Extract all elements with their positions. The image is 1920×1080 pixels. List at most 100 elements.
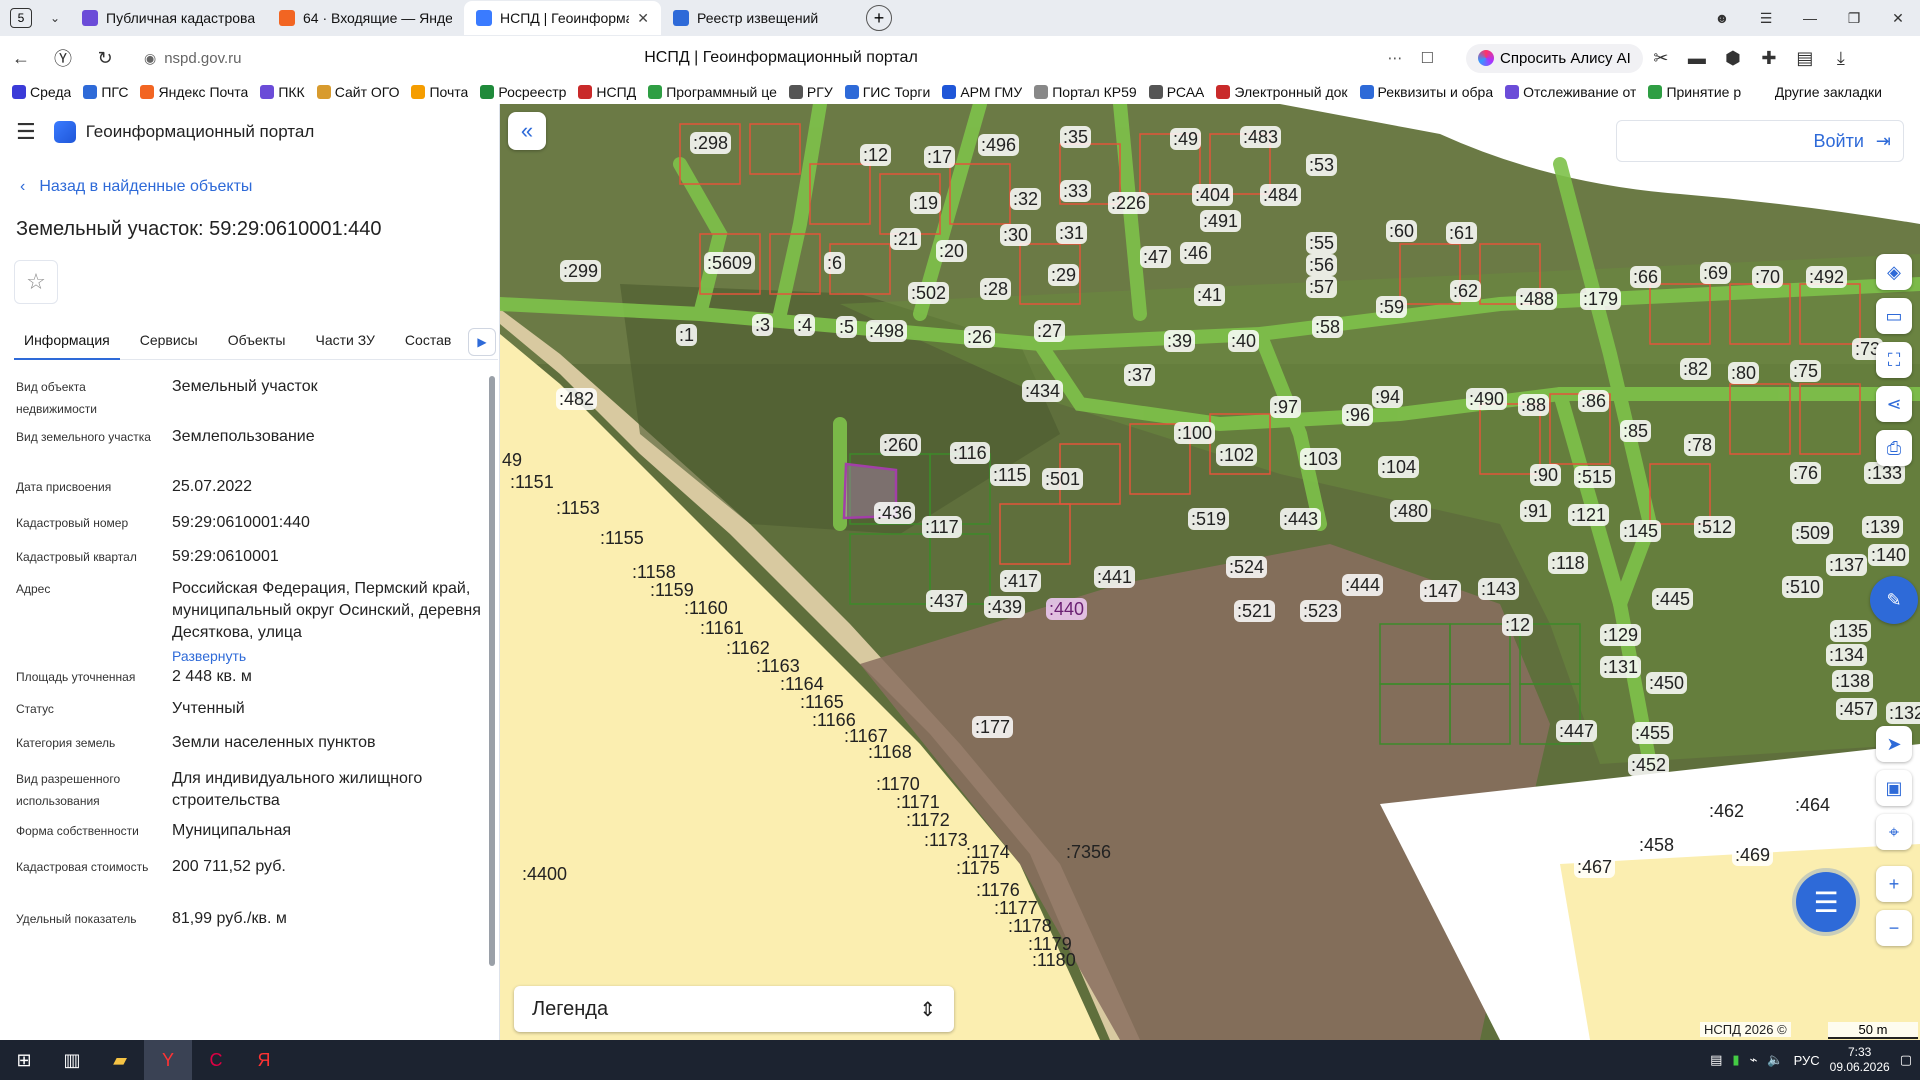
parcel-label[interactable]: :19 (910, 192, 942, 214)
parcel-label[interactable]: :32 (1010, 188, 1042, 210)
boundary-label[interactable]: 49 (502, 450, 522, 471)
parcel-label[interactable]: :496 (978, 134, 1020, 156)
other-bookmarks[interactable]: Другие закладки (1775, 84, 1882, 100)
tray-icon[interactable]: ⌁ (1750, 1052, 1758, 1068)
parcel-label[interactable]: :6 (824, 252, 846, 274)
parcel-label[interactable]: :121 (1568, 504, 1610, 526)
parcel-label[interactable]: :440 (1046, 598, 1088, 620)
parcel-label[interactable]: :31 (1056, 222, 1088, 244)
zoom-in-button[interactable]: + (1876, 866, 1912, 902)
tray-icon[interactable]: ▮ (1732, 1052, 1739, 1068)
parcel-label[interactable]: :444 (1342, 574, 1384, 596)
alice-button[interactable]: Спросить Алису AI (1466, 43, 1643, 73)
parcel-label[interactable]: :86 (1578, 390, 1610, 412)
login-button[interactable]: Войти ⇥ (1616, 120, 1904, 162)
close-window-icon[interactable]: ✕ (1876, 10, 1920, 27)
boundary-label[interactable]: :1160 (684, 598, 728, 619)
bookmark-item[interactable]: ПКК (260, 84, 305, 100)
parcel-label[interactable]: :436 (874, 502, 916, 524)
parcel-label[interactable]: :512 (1694, 516, 1736, 538)
parcel-label[interactable]: :137 (1826, 554, 1868, 576)
parcel-label[interactable]: :492 (1806, 266, 1848, 288)
parcel-label[interactable]: :4 (794, 314, 816, 336)
boundary-label[interactable]: :1151 (510, 472, 554, 493)
browser-tab-active[interactable]: НСПД | Геоинформаци ✕ (464, 1, 661, 35)
parcel-label[interactable]: :464 (1792, 794, 1834, 816)
parcel-label[interactable]: :140 (1868, 544, 1910, 566)
collections-icon[interactable]: ▤ (1787, 48, 1823, 69)
bookmark-item[interactable]: Сайт ОГО (316, 84, 399, 100)
parcel-label[interactable]: :91 (1520, 500, 1552, 522)
parcel-label[interactable]: :118 (1548, 552, 1588, 574)
parcel-label[interactable]: :129 (1600, 624, 1642, 646)
ruler-icon[interactable]: ▭ (1876, 298, 1912, 334)
bookmark-item[interactable]: Реквизиты и обра (1359, 84, 1493, 100)
parcel-label[interactable]: :61 (1446, 222, 1478, 244)
parcel-label[interactable]: :90 (1530, 464, 1562, 486)
parcel-label[interactable]: :100 (1174, 422, 1216, 444)
boundary-label[interactable]: :1155 (600, 528, 644, 549)
parcel-label[interactable]: :85 (1620, 420, 1652, 442)
parcel-label[interactable]: :117 (922, 516, 962, 538)
maximize-icon[interactable]: ❐ (1832, 10, 1876, 27)
parcel-label[interactable]: :103 (1300, 448, 1342, 470)
parcel-label[interactable]: :443 (1280, 508, 1322, 530)
browser-tab[interactable]: 64 · Входящие — Яндекс П (267, 1, 464, 35)
avatar-icon[interactable]: ☻ (1700, 10, 1744, 26)
parcel-label[interactable]: :57 (1306, 276, 1338, 298)
parcel-label[interactable]: :462 (1706, 800, 1748, 822)
service-badge-icon[interactable]: ✎ (1870, 576, 1918, 624)
boundary-label[interactable]: :1173 (924, 830, 968, 851)
parcel-label[interactable]: :298 (690, 132, 732, 154)
parcel-label[interactable]: :12 (1502, 614, 1534, 636)
share-icon[interactable]: ⋖ (1876, 386, 1912, 422)
parcel-label[interactable]: :60 (1386, 220, 1418, 242)
parcel-label[interactable]: :480 (1390, 500, 1432, 522)
parcel-label[interactable]: :501 (1042, 468, 1084, 490)
hamburger-menu-icon[interactable]: ☰ (16, 119, 36, 145)
parcel-label[interactable]: :62 (1450, 280, 1482, 302)
bookmark-item[interactable]: ГИС Торги (844, 84, 930, 100)
parcel-label[interactable]: :88 (1518, 394, 1550, 416)
parcel-label[interactable]: :30 (1000, 224, 1032, 246)
zoom-out-button[interactable]: − (1876, 910, 1912, 946)
tab-objects[interactable]: Объекты (218, 320, 296, 360)
parcel-label[interactable]: :39 (1164, 330, 1196, 352)
parcel-label[interactable]: :447 (1556, 720, 1598, 742)
boundary-label[interactable]: :4400 (522, 864, 567, 885)
parcel-label[interactable]: :260 (880, 434, 922, 456)
parcel-label[interactable]: :49 (1170, 128, 1202, 150)
parcel-label[interactable]: :5 (836, 316, 858, 338)
parcel-label[interactable]: :41 (1194, 284, 1226, 306)
parcel-label[interactable]: :483 (1240, 126, 1282, 148)
boundary-label[interactable]: :1161 (700, 618, 744, 639)
parcel-label[interactable]: :80 (1728, 362, 1760, 384)
parcel-label[interactable]: :147 (1420, 580, 1462, 602)
bookmark-item[interactable]: Росреестр (480, 84, 566, 100)
tab-services[interactable]: Сервисы (130, 320, 208, 360)
parcel-label[interactable]: :226 (1108, 192, 1150, 214)
minimize-icon[interactable]: — (1788, 10, 1832, 26)
parcel-label[interactable]: :58 (1312, 316, 1344, 338)
parcel-label[interactable]: :33 (1060, 180, 1092, 202)
parcel-label[interactable]: :59 (1376, 296, 1408, 318)
more-icon[interactable]: ⋯ (1388, 49, 1403, 67)
parcel-label[interactable]: :491 (1200, 210, 1242, 232)
boundary-label[interactable]: :1168 (868, 742, 912, 763)
tabs-next-arrow-icon[interactable]: ▶ (468, 328, 496, 356)
parcel-label[interactable]: :515 (1574, 466, 1616, 488)
parcel-label[interactable]: :47 (1140, 246, 1172, 268)
parcel-label[interactable]: :437 (926, 590, 968, 612)
chevron-down-icon[interactable]: ⌄ (50, 11, 70, 25)
menu-icon[interactable]: ☰ (1744, 10, 1788, 27)
boundary-label[interactable]: :1180 (1032, 950, 1076, 971)
parcel-label[interactable]: :40 (1228, 330, 1260, 352)
parcel-label[interactable]: :145 (1620, 520, 1662, 542)
parcel-label[interactable]: :94 (1372, 386, 1404, 408)
bookmark-item[interactable]: Электронный док (1216, 84, 1348, 100)
parcel-label[interactable]: :116 (950, 442, 990, 464)
parcel-label[interactable]: :524 (1226, 556, 1268, 578)
minimap-icon[interactable]: ▣ (1876, 770, 1912, 806)
app-icon[interactable]: C (192, 1040, 240, 1080)
parcel-label[interactable]: :469 (1732, 844, 1774, 866)
